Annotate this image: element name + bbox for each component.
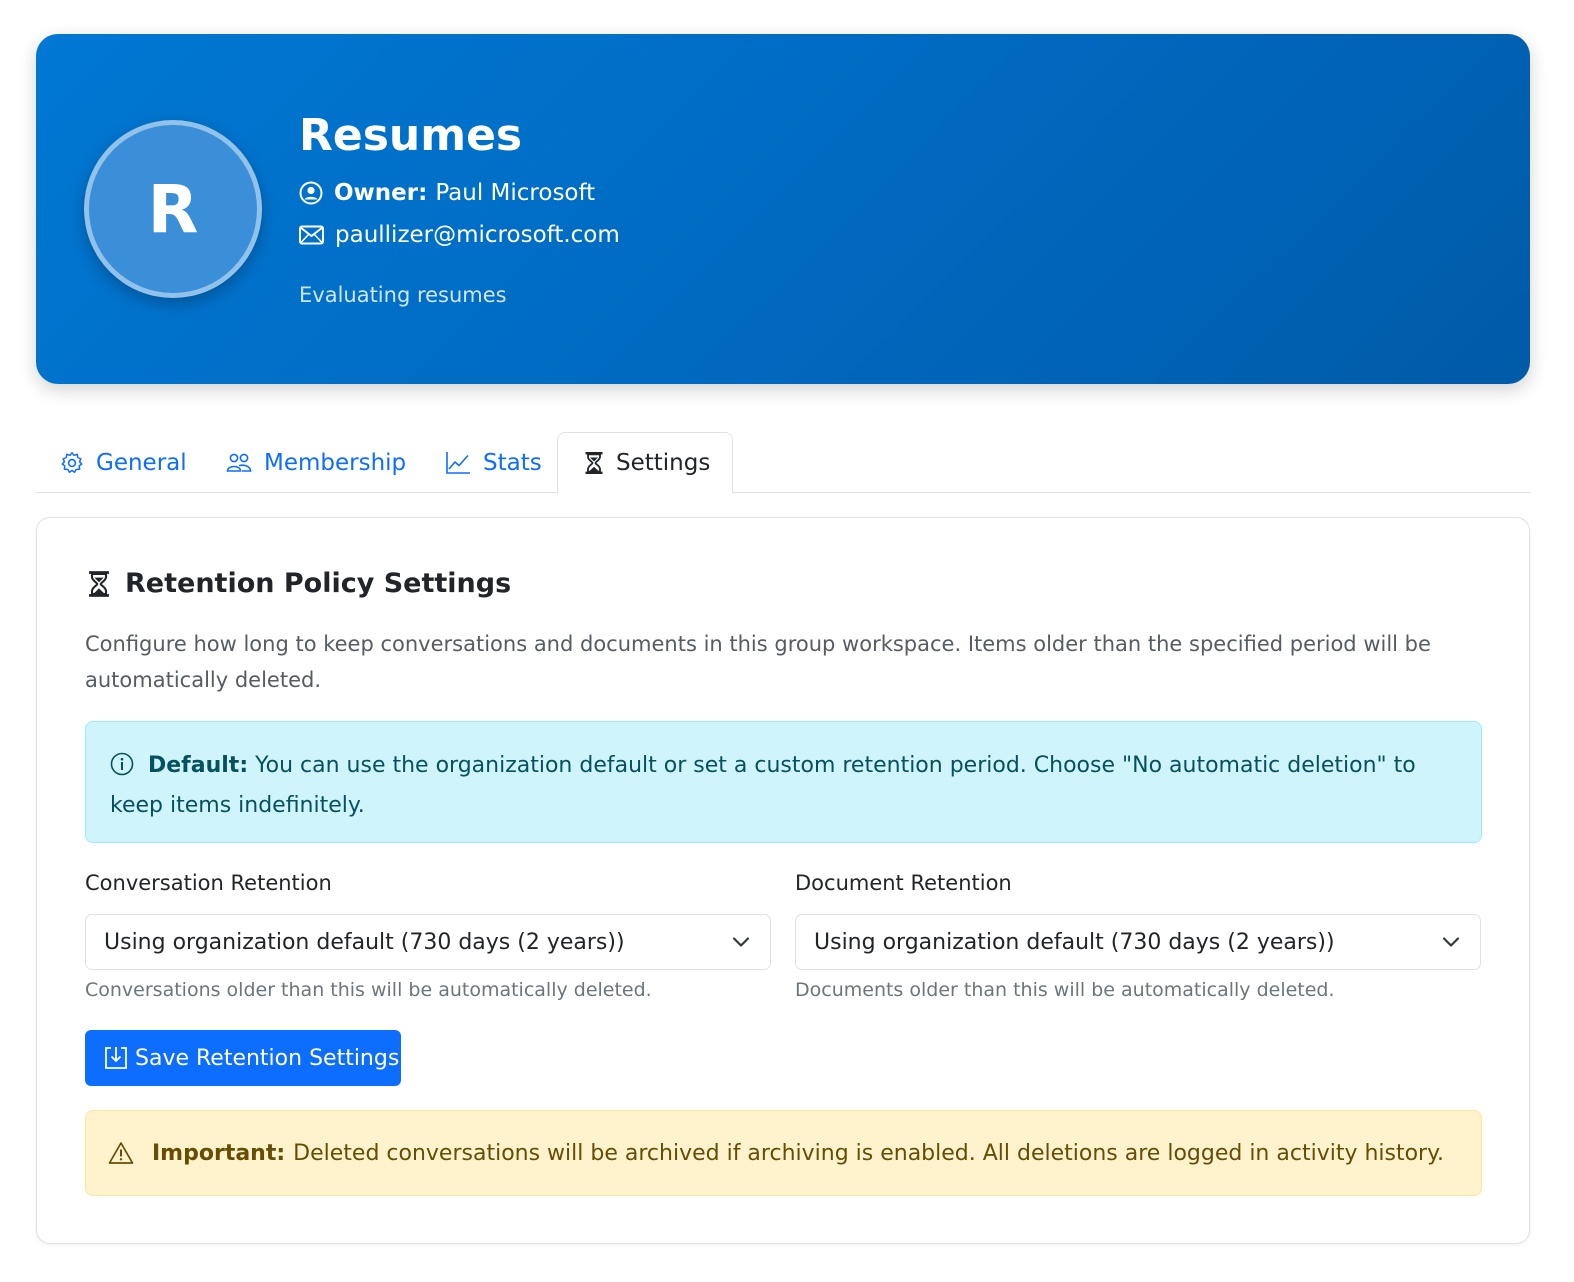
- save-retention-label: Save Retention Settings: [135, 1045, 400, 1071]
- group-header: R Resumes Owner: Paul Microsoft paullize…: [36, 34, 1530, 384]
- hourglass-icon: [585, 452, 603, 474]
- conversation-retention-help: Conversations older than this will be au…: [85, 979, 652, 1001]
- gear-icon: [61, 451, 83, 473]
- tab-bar: General Membership Stats Settings: [36, 432, 1530, 494]
- tab-stats-label: Stats: [483, 449, 542, 476]
- hourglass-icon: [89, 570, 109, 597]
- document-retention-value: Using organization default (730 days (2 …: [814, 929, 1335, 955]
- info-label: Default:: [148, 753, 249, 778]
- tab-stats[interactable]: Stats: [445, 432, 542, 493]
- retention-title-text: Retention Policy Settings: [125, 568, 512, 599]
- document-retention-label: Document Retention: [795, 871, 1012, 895]
- conversation-retention-value: Using organization default (730 days (2 …: [104, 929, 625, 955]
- graph-icon: [446, 451, 470, 474]
- envelope-icon: [299, 225, 324, 245]
- warning-alert: Important: Deleted conversations will be…: [85, 1110, 1482, 1196]
- group-title: Resumes: [299, 110, 523, 161]
- info-text: You can use the organization default or …: [110, 753, 1416, 818]
- chevron-down-icon: [1442, 937, 1460, 947]
- document-retention-help: Documents older than this will be automa…: [795, 979, 1335, 1001]
- conversation-retention-label: Conversation Retention: [85, 871, 332, 895]
- owner-label: Owner:: [334, 180, 428, 206]
- person-circle-icon: [299, 181, 323, 205]
- tab-membership-label: Membership: [264, 449, 407, 476]
- save-retention-button[interactable]: Save Retention Settings: [85, 1030, 401, 1086]
- info-circle-icon: [110, 752, 134, 788]
- save-download-icon: [105, 1047, 127, 1069]
- warning-triangle-icon: [108, 1142, 134, 1164]
- tab-membership[interactable]: Membership: [226, 432, 406, 493]
- avatar: R: [84, 120, 262, 298]
- warning-label: Important:: [152, 1140, 286, 1166]
- tab-general-label: General: [96, 449, 187, 476]
- conversation-retention-select[interactable]: Using organization default (730 days (2 …: [85, 914, 771, 970]
- owner-email: paullizer@microsoft.com: [335, 222, 620, 248]
- chevron-down-icon: [732, 937, 750, 947]
- email-line: paullizer@microsoft.com: [299, 222, 620, 248]
- tab-settings[interactable]: Settings: [557, 432, 734, 494]
- tab-general[interactable]: General: [60, 432, 187, 493]
- owner-name: Paul Microsoft: [435, 180, 596, 206]
- tab-settings-label: Settings: [616, 450, 711, 476]
- retention-description: Configure how long to keep conversations…: [85, 632, 1431, 692]
- info-alert: Default: You can use the organization de…: [85, 721, 1482, 843]
- retention-card: Retention Policy Settings Configure how …: [36, 517, 1530, 1244]
- document-retention-select[interactable]: Using organization default (730 days (2 …: [795, 914, 1481, 970]
- warning-text: Deleted conversations will be archived i…: [293, 1140, 1444, 1166]
- owner-line: Owner: Paul Microsoft: [299, 180, 595, 206]
- retention-title: Retention Policy Settings: [87, 568, 511, 599]
- people-icon: [226, 453, 252, 472]
- group-description: Evaluating resumes: [299, 283, 507, 307]
